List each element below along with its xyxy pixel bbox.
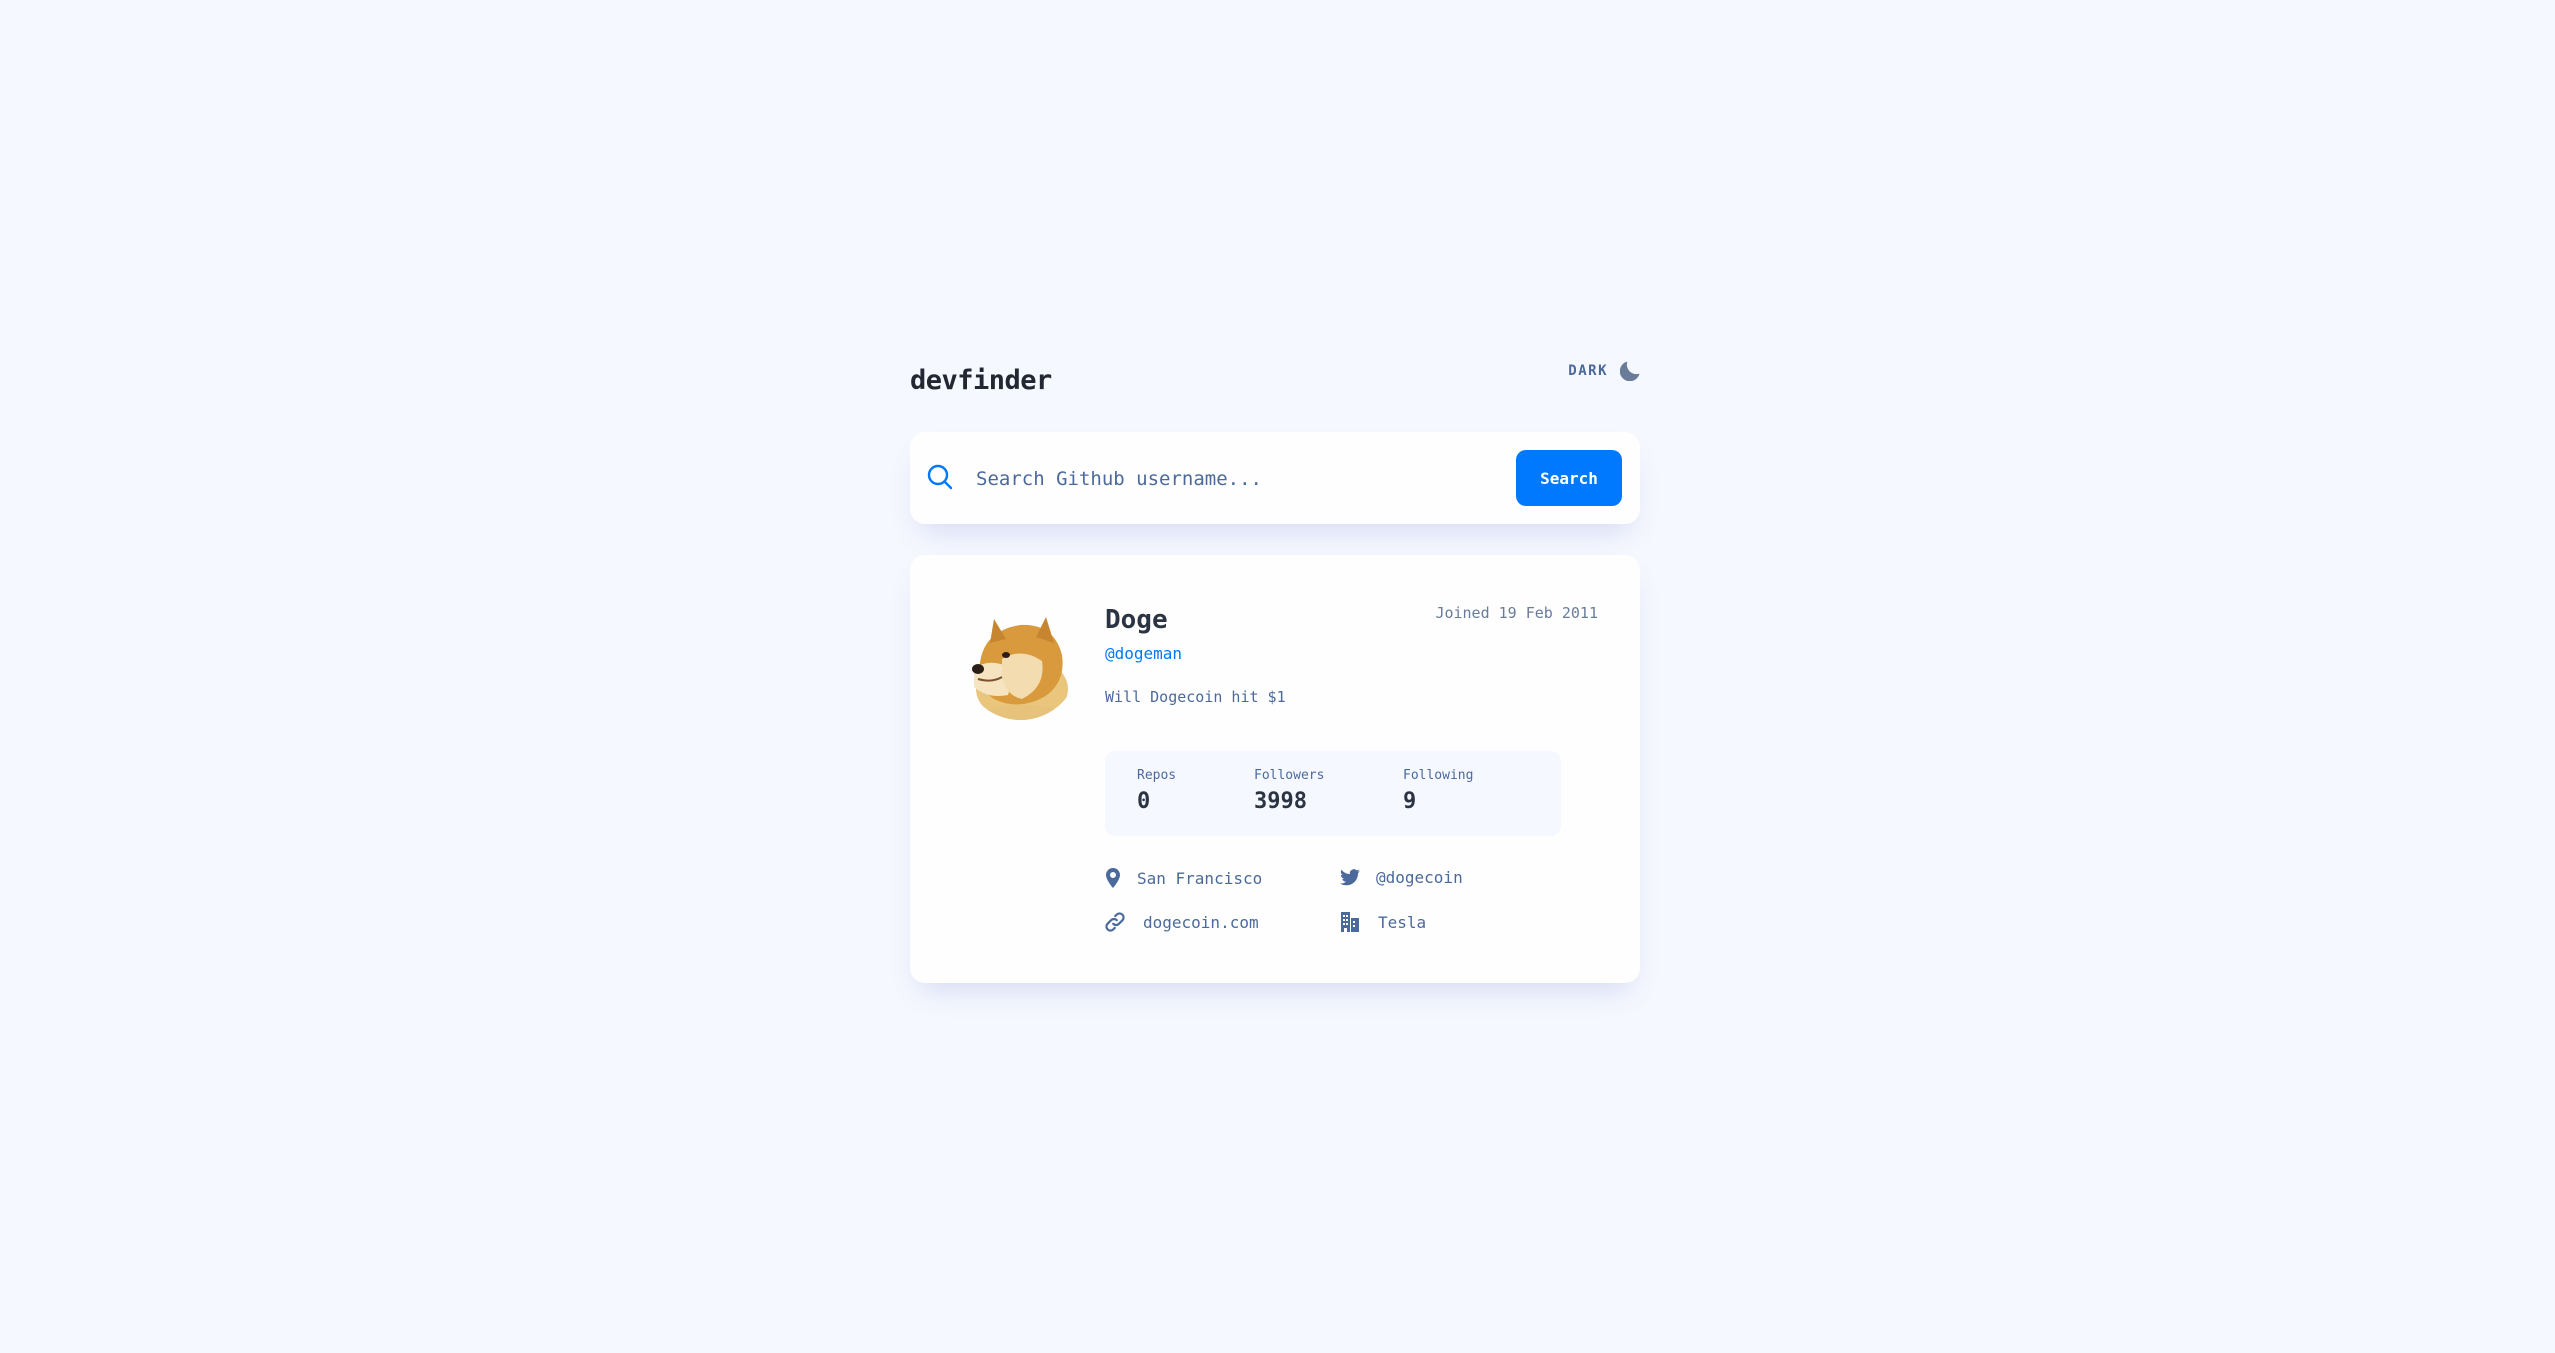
app-logo: devfinder — [910, 365, 1052, 396]
profile-card: Doge Joined 19 Feb 2011 @dogeman Will Do… — [910, 555, 1640, 983]
stats-panel: Repos 0 Followers 3998 Following 9 — [1105, 751, 1561, 836]
location-item: San Francisco — [1103, 868, 1262, 888]
avatar — [962, 603, 1079, 720]
stat-following: Following 9 — [1403, 768, 1473, 814]
search-input[interactable] — [974, 460, 1458, 498]
twitter-icon — [1340, 869, 1360, 886]
search-bar: Search — [910, 432, 1640, 524]
twitter-link[interactable]: @dogecoin — [1376, 868, 1463, 887]
office-building-icon — [1340, 912, 1360, 932]
header: devfinder DARK — [910, 355, 1640, 407]
search-icon — [927, 464, 953, 490]
company-text: Tesla — [1378, 912, 1427, 932]
location-pin-icon — [1103, 868, 1123, 888]
profile-name: Doge — [1105, 605, 1168, 635]
link-icon — [1105, 912, 1125, 932]
app-container: devfinder DARK Search Github username...… — [910, 355, 1640, 983]
stat-following-value: 9 — [1403, 789, 1417, 814]
profile-bio: Will Dogecoin hit $1 — [1105, 688, 1286, 706]
stat-following-label: Following — [1403, 768, 1474, 783]
joined-date: Joined 19 Feb 2011 — [1435, 604, 1598, 622]
blog-item: dogecoin.com — [1105, 912, 1259, 932]
stat-followers-value: 3998 — [1254, 789, 1307, 814]
stat-followers: Followers 3998 — [1254, 768, 1324, 814]
moon-icon — [1620, 361, 1640, 381]
company-item: Tesla — [1340, 912, 1426, 932]
stat-repos: Repos 0 — [1137, 768, 1176, 814]
theme-toggle-label: DARK — [1568, 363, 1608, 379]
twitter-item: @dogecoin — [1340, 868, 1463, 887]
stat-followers-label: Followers — [1254, 768, 1325, 783]
stat-repos-value: 0 — [1137, 789, 1151, 814]
location-text: San Francisco — [1137, 868, 1263, 888]
search-button[interactable]: Search — [1516, 450, 1622, 506]
blog-link[interactable]: dogecoin.com — [1143, 913, 1259, 932]
profile-login-link[interactable]: @dogeman — [1105, 644, 1182, 663]
stat-repos-label: Repos — [1137, 768, 1177, 783]
theme-toggle-button[interactable]: DARK — [1568, 361, 1640, 381]
